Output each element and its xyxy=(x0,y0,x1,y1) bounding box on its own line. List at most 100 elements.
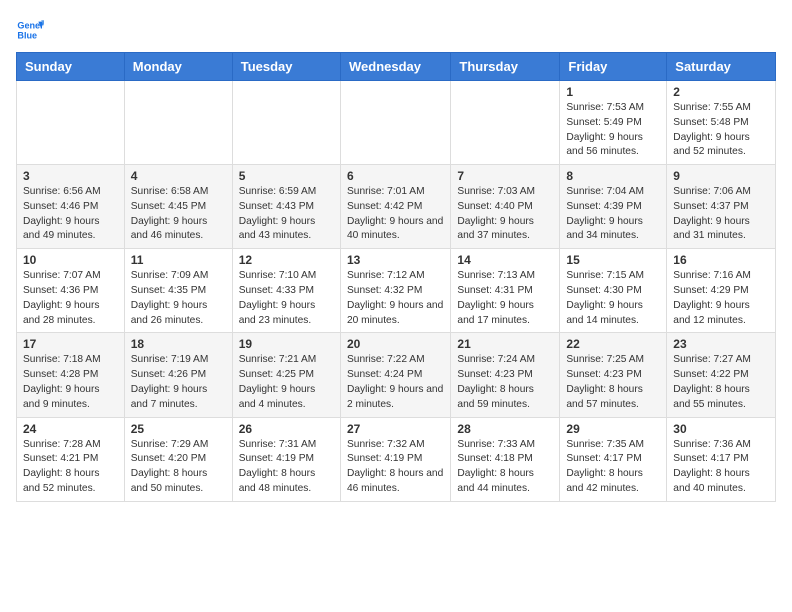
day-number: 28 xyxy=(457,422,553,436)
day-number: 23 xyxy=(673,337,769,351)
calendar-cell: 14 Sunrise: 7:13 AM Sunset: 4:31 PM Dayli… xyxy=(451,249,560,333)
weekday-header: Thursday xyxy=(451,53,560,81)
day-number: 21 xyxy=(457,337,553,351)
day-number: 20 xyxy=(347,337,444,351)
day-number: 22 xyxy=(566,337,660,351)
calendar-cell: 18 Sunrise: 7:19 AM Sunset: 4:26 PM Dayli… xyxy=(124,333,232,417)
calendar-cell: 26 Sunrise: 7:31 AM Sunset: 4:19 PM Dayli… xyxy=(232,417,340,501)
calendar-cell xyxy=(124,81,232,165)
calendar-cell: 19 Sunrise: 7:21 AM Sunset: 4:25 PM Dayli… xyxy=(232,333,340,417)
calendar-cell: 24 Sunrise: 7:28 AM Sunset: 4:21 PM Dayli… xyxy=(17,417,125,501)
day-number: 16 xyxy=(673,253,769,267)
day-info: Sunrise: 7:03 AM Sunset: 4:40 PM Dayligh… xyxy=(457,185,553,244)
calendar-cell xyxy=(340,81,450,165)
day-info: Sunrise: 7:22 AM Sunset: 4:24 PM Dayligh… xyxy=(347,353,444,412)
calendar-week-row: 17 Sunrise: 7:18 AM Sunset: 4:28 PM Dayli… xyxy=(17,333,776,417)
day-info: Sunrise: 7:32 AM Sunset: 4:19 PM Dayligh… xyxy=(347,438,444,497)
day-info: Sunrise: 7:13 AM Sunset: 4:31 PM Dayligh… xyxy=(457,269,553,328)
day-number: 5 xyxy=(239,169,334,183)
day-info: Sunrise: 7:21 AM Sunset: 4:25 PM Dayligh… xyxy=(239,353,334,412)
calendar-week-row: 24 Sunrise: 7:28 AM Sunset: 4:21 PM Dayli… xyxy=(17,417,776,501)
day-info: Sunrise: 7:33 AM Sunset: 4:18 PM Dayligh… xyxy=(457,438,553,497)
calendar-cell: 23 Sunrise: 7:27 AM Sunset: 4:22 PM Dayli… xyxy=(667,333,776,417)
calendar: SundayMondayTuesdayWednesdayThursdayFrid… xyxy=(16,52,776,502)
day-number: 29 xyxy=(566,422,660,436)
day-info: Sunrise: 7:12 AM Sunset: 4:32 PM Dayligh… xyxy=(347,269,444,328)
calendar-cell: 3Sunrise: 6:56 AM Sunset: 4:46 PM Daylig… xyxy=(17,165,125,249)
day-number: 1 xyxy=(566,85,660,99)
day-info: Sunrise: 7:06 AM Sunset: 4:37 PM Dayligh… xyxy=(673,185,769,244)
day-number: 26 xyxy=(239,422,334,436)
day-number: 25 xyxy=(131,422,226,436)
day-info: Sunrise: 7:29 AM Sunset: 4:20 PM Dayligh… xyxy=(131,438,226,497)
day-number: 17 xyxy=(23,337,118,351)
day-number: 15 xyxy=(566,253,660,267)
calendar-cell: 30 Sunrise: 7:36 AM Sunset: 4:17 PM Dayli… xyxy=(667,417,776,501)
day-number: 2 xyxy=(673,85,769,99)
calendar-cell: 29 Sunrise: 7:35 AM Sunset: 4:17 PM Dayli… xyxy=(560,417,667,501)
day-info: Sunrise: 7:35 AM Sunset: 4:17 PM Dayligh… xyxy=(566,438,660,497)
calendar-cell: 2Sunrise: 7:55 AM Sunset: 5:48 PM Daylig… xyxy=(667,81,776,165)
weekday-header: Wednesday xyxy=(340,53,450,81)
logo-icon: General Blue xyxy=(16,16,44,44)
weekday-header: Friday xyxy=(560,53,667,81)
day-number: 24 xyxy=(23,422,118,436)
calendar-cell: 17 Sunrise: 7:18 AM Sunset: 4:28 PM Dayli… xyxy=(17,333,125,417)
day-info: Sunrise: 7:01 AM Sunset: 4:42 PM Dayligh… xyxy=(347,185,444,244)
calendar-cell: 11Sunrise: 7:09 AM Sunset: 4:35 PM Dayli… xyxy=(124,249,232,333)
day-info: Sunrise: 7:31 AM Sunset: 4:19 PM Dayligh… xyxy=(239,438,334,497)
calendar-week-row: 10 Sunrise: 7:07 AM Sunset: 4:36 PM Dayli… xyxy=(17,249,776,333)
calendar-cell xyxy=(17,81,125,165)
day-info: Sunrise: 7:04 AM Sunset: 4:39 PM Dayligh… xyxy=(566,185,660,244)
logo: General Blue xyxy=(16,16,48,44)
day-info: Sunrise: 7:28 AM Sunset: 4:21 PM Dayligh… xyxy=(23,438,118,497)
calendar-cell: 13 Sunrise: 7:12 AM Sunset: 4:32 PM Dayli… xyxy=(340,249,450,333)
calendar-cell: 8Sunrise: 7:04 AM Sunset: 4:39 PM Daylig… xyxy=(560,165,667,249)
day-number: 30 xyxy=(673,422,769,436)
day-number: 9 xyxy=(673,169,769,183)
calendar-cell: 25 Sunrise: 7:29 AM Sunset: 4:20 PM Dayli… xyxy=(124,417,232,501)
calendar-cell: 1Sunrise: 7:53 AM Sunset: 5:49 PM Daylig… xyxy=(560,81,667,165)
weekday-header: Tuesday xyxy=(232,53,340,81)
day-info: Sunrise: 7:19 AM Sunset: 4:26 PM Dayligh… xyxy=(131,353,226,412)
weekday-header: Saturday xyxy=(667,53,776,81)
calendar-cell xyxy=(451,81,560,165)
day-number: 7 xyxy=(457,169,553,183)
day-info: Sunrise: 7:36 AM Sunset: 4:17 PM Dayligh… xyxy=(673,438,769,497)
calendar-cell: 7 Sunrise: 7:03 AM Sunset: 4:40 PM Daylig… xyxy=(451,165,560,249)
day-info: Sunrise: 7:27 AM Sunset: 4:22 PM Dayligh… xyxy=(673,353,769,412)
day-info: Sunrise: 7:10 AM Sunset: 4:33 PM Dayligh… xyxy=(239,269,334,328)
day-number: 6 xyxy=(347,169,444,183)
calendar-week-row: 1Sunrise: 7:53 AM Sunset: 5:49 PM Daylig… xyxy=(17,81,776,165)
day-info: Sunrise: 7:16 AM Sunset: 4:29 PM Dayligh… xyxy=(673,269,769,328)
day-number: 11 xyxy=(131,253,226,267)
svg-text:Blue: Blue xyxy=(17,30,37,40)
weekday-header: Monday xyxy=(124,53,232,81)
day-info: Sunrise: 7:18 AM Sunset: 4:28 PM Dayligh… xyxy=(23,353,118,412)
calendar-cell: 22Sunrise: 7:25 AM Sunset: 4:23 PM Dayli… xyxy=(560,333,667,417)
calendar-header-row: SundayMondayTuesdayWednesdayThursdayFrid… xyxy=(17,53,776,81)
day-number: 14 xyxy=(457,253,553,267)
day-number: 13 xyxy=(347,253,444,267)
calendar-cell: 16 Sunrise: 7:16 AM Sunset: 4:29 PM Dayli… xyxy=(667,249,776,333)
calendar-cell: 4Sunrise: 6:58 AM Sunset: 4:45 PM Daylig… xyxy=(124,165,232,249)
calendar-cell: 20 Sunrise: 7:22 AM Sunset: 4:24 PM Dayli… xyxy=(340,333,450,417)
day-info: Sunrise: 6:58 AM Sunset: 4:45 PM Dayligh… xyxy=(131,185,226,244)
day-number: 10 xyxy=(23,253,118,267)
calendar-cell: 12 Sunrise: 7:10 AM Sunset: 4:33 PM Dayli… xyxy=(232,249,340,333)
day-info: Sunrise: 6:59 AM Sunset: 4:43 PM Dayligh… xyxy=(239,185,334,244)
day-info: Sunrise: 7:15 AM Sunset: 4:30 PM Dayligh… xyxy=(566,269,660,328)
day-number: 19 xyxy=(239,337,334,351)
day-number: 12 xyxy=(239,253,334,267)
page-header: General Blue xyxy=(16,16,776,44)
day-number: 27 xyxy=(347,422,444,436)
calendar-week-row: 3Sunrise: 6:56 AM Sunset: 4:46 PM Daylig… xyxy=(17,165,776,249)
day-info: Sunrise: 7:07 AM Sunset: 4:36 PM Dayligh… xyxy=(23,269,118,328)
calendar-cell: 5 Sunrise: 6:59 AM Sunset: 4:43 PM Daylig… xyxy=(232,165,340,249)
day-number: 18 xyxy=(131,337,226,351)
calendar-cell xyxy=(232,81,340,165)
calendar-cell: 15 Sunrise: 7:15 AM Sunset: 4:30 PM Dayli… xyxy=(560,249,667,333)
calendar-cell: 9 Sunrise: 7:06 AM Sunset: 4:37 PM Daylig… xyxy=(667,165,776,249)
calendar-cell: 28 Sunrise: 7:33 AM Sunset: 4:18 PM Dayli… xyxy=(451,417,560,501)
calendar-cell: 10 Sunrise: 7:07 AM Sunset: 4:36 PM Dayli… xyxy=(17,249,125,333)
